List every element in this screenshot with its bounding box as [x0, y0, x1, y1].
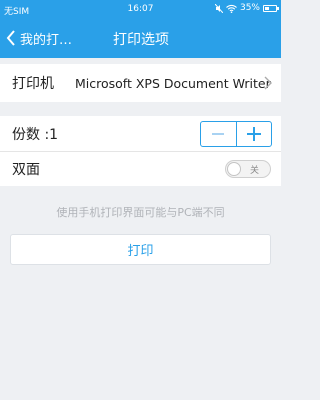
duplex-toggle[interactable]: 关 [225, 160, 271, 178]
duplex-row: 双面 关 [0, 152, 281, 186]
status-bar: 无SIM 16:07 35% [0, 0, 281, 18]
chevron-right-icon [264, 76, 272, 90]
copies-stepper [200, 121, 272, 147]
duplex-label: 双面 [12, 162, 40, 178]
wifi-icon [226, 4, 237, 13]
battery-percent: 35% [239, 3, 260, 13]
hint-text: 使用手机打印界面可能与PC端不同 [56, 206, 225, 219]
plus-icon [246, 127, 261, 141]
toggle-knob [227, 162, 241, 176]
copies-label: 份数 :1 [12, 126, 59, 143]
toggle-state-label: 关 [250, 166, 260, 176]
printer-value: Microsoft XPS Document Writer [75, 75, 271, 91]
chevron-left-icon [6, 30, 15, 46]
page-title: 打印选项 [113, 32, 169, 48]
print-button[interactable]: 打印 [10, 234, 271, 265]
printer-label: 打印机 [12, 76, 54, 92]
mute-icon [214, 3, 223, 13]
title-bar: 我的打… 打印选项 [0, 18, 281, 58]
back-button[interactable]: 我的打… [6, 18, 72, 58]
back-label: 我的打… [20, 32, 73, 48]
minus-icon [212, 133, 225, 135]
copies-row: 份数 :1 [0, 116, 281, 152]
status-icons: 35% [214, 3, 279, 13]
increment-button[interactable] [235, 122, 272, 146]
battery-icon [263, 4, 279, 12]
printer-row[interactable]: 打印机 Microsoft XPS Document Writer [0, 64, 281, 102]
decrement-button[interactable] [201, 122, 236, 146]
